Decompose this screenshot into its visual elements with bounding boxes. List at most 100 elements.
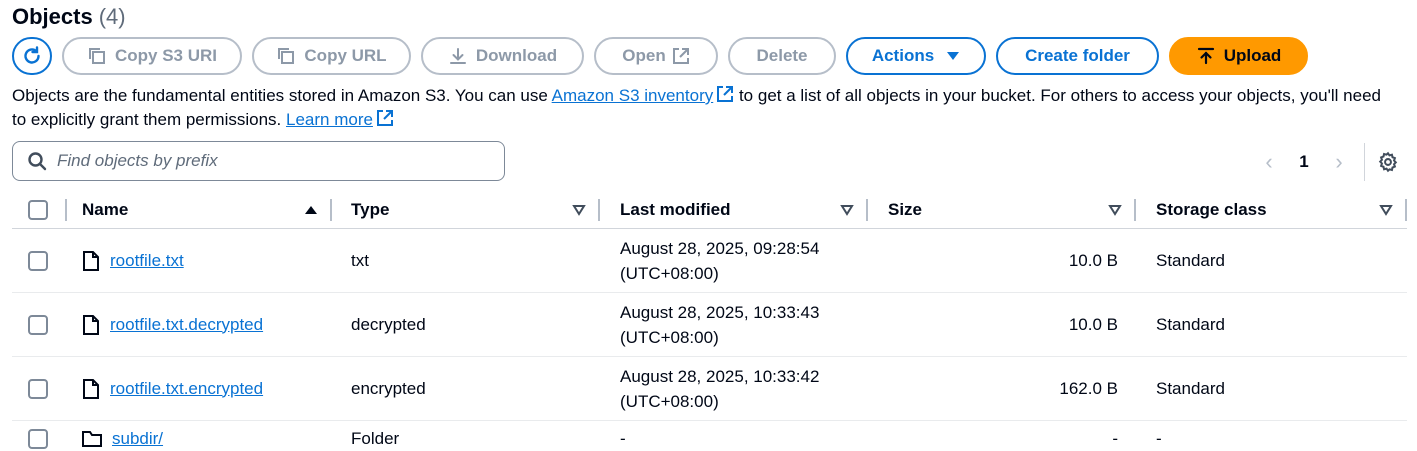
column-header-storage-class[interactable]: Storage class (1136, 192, 1407, 229)
toolbar: Copy S3 URI Copy URL Download Open Delet… (12, 37, 1318, 75)
object-type: txt (332, 228, 600, 293)
sort-icon (840, 205, 854, 216)
row-checkbox[interactable] (28, 378, 48, 399)
table-row[interactable]: rootfile.txt txt August 28, 2025, 09:28:… (12, 228, 1407, 293)
object-name-link[interactable]: rootfile.txt (110, 251, 184, 271)
learn-more-link[interactable]: Learn more (286, 110, 373, 129)
object-size: - (1112, 428, 1118, 448)
actions-dropdown[interactable]: Actions (846, 37, 986, 75)
file-icon (83, 250, 99, 271)
object-type: encrypted (332, 356, 600, 421)
sort-icon (1379, 205, 1393, 216)
page-title: Objects (12, 4, 93, 29)
column-label-last-modified: Last modified (620, 200, 731, 219)
actions-label: Actions (871, 46, 935, 65)
object-last-modified: August 28, 2025, 10:33:43 (UTC+08:00) (600, 292, 868, 357)
column-header-size[interactable]: Size (868, 192, 1136, 229)
column-label-storage-class: Storage class (1156, 200, 1267, 219)
object-name-link[interactable]: rootfile.txt.encrypted (110, 379, 263, 399)
external-link-icon (376, 110, 393, 126)
modified-datetime: August 28, 2025, 10:33:43 (620, 302, 820, 322)
table-row[interactable]: subdir/ Folder - - - (12, 421, 1407, 451)
current-page[interactable]: 1 (1284, 152, 1324, 172)
settings-gear-icon[interactable] (1377, 151, 1399, 173)
copy-url-label: Copy URL (304, 46, 387, 65)
pagination-divider (1364, 143, 1365, 181)
object-size: 10.0 B (868, 292, 1136, 357)
column-label-type: Type (351, 200, 390, 219)
delete-button[interactable]: Delete (728, 37, 836, 75)
modified-datetime: August 28, 2025, 10:33:42 (620, 366, 820, 386)
object-size: 10.0 B (868, 228, 1136, 293)
table-row[interactable]: rootfile.txt.encrypted encrypted August … (12, 356, 1407, 421)
description-text-1: Objects are the fundamental entities sto… (12, 86, 552, 105)
search-input[interactable] (57, 151, 477, 171)
s3-inventory-link[interactable]: Amazon S3 inventory (552, 86, 714, 105)
next-page-icon[interactable]: › (1324, 149, 1354, 175)
external-link-icon (672, 47, 690, 65)
modified-timezone: (UTC+08:00) (620, 327, 719, 347)
object-storage-class: - (1156, 428, 1162, 448)
modified-timezone: (UTC+08:00) (620, 391, 719, 411)
upload-button[interactable]: Upload (1169, 37, 1308, 75)
delete-label: Delete (756, 46, 808, 65)
object-last-modified: August 28, 2025, 10:33:42 (UTC+08:00) (600, 356, 868, 421)
download-button[interactable]: Download (421, 37, 584, 75)
object-last-modified: - (620, 428, 626, 448)
copy-icon (87, 46, 107, 66)
copy-s3-uri-button[interactable]: Copy S3 URI (62, 37, 242, 75)
table-row[interactable]: rootfile.txt.decrypted decrypted August … (12, 292, 1407, 357)
column-header-last-modified[interactable]: Last modified (600, 192, 868, 229)
search-icon (28, 152, 47, 171)
modified-datetime: August 28, 2025, 09:28:54 (620, 238, 820, 258)
file-icon (83, 314, 99, 335)
table-header-row: Name Type Last modified Size Storage cla… (12, 192, 1407, 229)
column-header-type[interactable]: Type (332, 192, 600, 229)
learn-more-label: Learn more (286, 110, 373, 129)
column-header-name[interactable]: Name (67, 192, 332, 229)
copy-icon (276, 46, 296, 66)
column-label-name: Name (82, 200, 129, 219)
refresh-icon (24, 46, 40, 64)
upload-icon (1196, 46, 1216, 66)
download-icon (448, 46, 468, 66)
object-type: decrypted (332, 292, 600, 357)
object-type: Folder (351, 428, 400, 448)
sort-icon (1108, 205, 1122, 216)
objects-header: Objects (4) (12, 4, 126, 32)
sort-icon (572, 205, 586, 216)
row-checkbox[interactable] (28, 314, 48, 335)
refresh-button[interactable] (12, 37, 52, 75)
object-name-link[interactable]: subdir/ (112, 429, 163, 449)
open-label: Open (622, 46, 666, 65)
object-name-link[interactable]: rootfile.txt.decrypted (110, 315, 263, 335)
column-label-size: Size (888, 200, 923, 219)
folder-icon (82, 430, 102, 447)
select-all-header (12, 192, 67, 229)
object-storage-class: Standard (1136, 292, 1407, 357)
copy-s3-uri-label: Copy S3 URI (114, 46, 218, 65)
caret-down-icon (946, 50, 960, 62)
row-checkbox[interactable] (28, 250, 48, 271)
external-link-icon (717, 86, 734, 102)
objects-description: Objects are the fundamental entities sto… (12, 84, 1392, 132)
object-last-modified: August 28, 2025, 09:28:54 (UTC+08:00) (600, 228, 868, 293)
search-box (12, 141, 505, 181)
download-label: Download (475, 46, 558, 65)
create-folder-button[interactable]: Create folder (996, 37, 1159, 75)
s3-inventory-link-label: Amazon S3 inventory (551, 86, 714, 105)
modified-timezone: (UTC+08:00) (620, 263, 719, 283)
open-button[interactable]: Open (594, 37, 718, 75)
file-icon (83, 378, 99, 399)
upload-label: Upload (1223, 46, 1282, 65)
object-storage-class: Standard (1136, 228, 1407, 293)
object-size: 162.0 B (868, 356, 1136, 421)
row-checkbox[interactable] (28, 428, 48, 449)
column-separator (1405, 199, 1407, 221)
copy-url-button[interactable]: Copy URL (252, 37, 411, 75)
select-all-checkbox[interactable] (28, 200, 48, 220)
objects-table: Name Type Last modified Size Storage cla… (12, 192, 1407, 451)
previous-page-icon[interactable]: ‹ (1254, 149, 1284, 175)
create-folder-label: Create folder (1025, 46, 1130, 65)
pagination: ‹ 1 › (1254, 142, 1399, 182)
